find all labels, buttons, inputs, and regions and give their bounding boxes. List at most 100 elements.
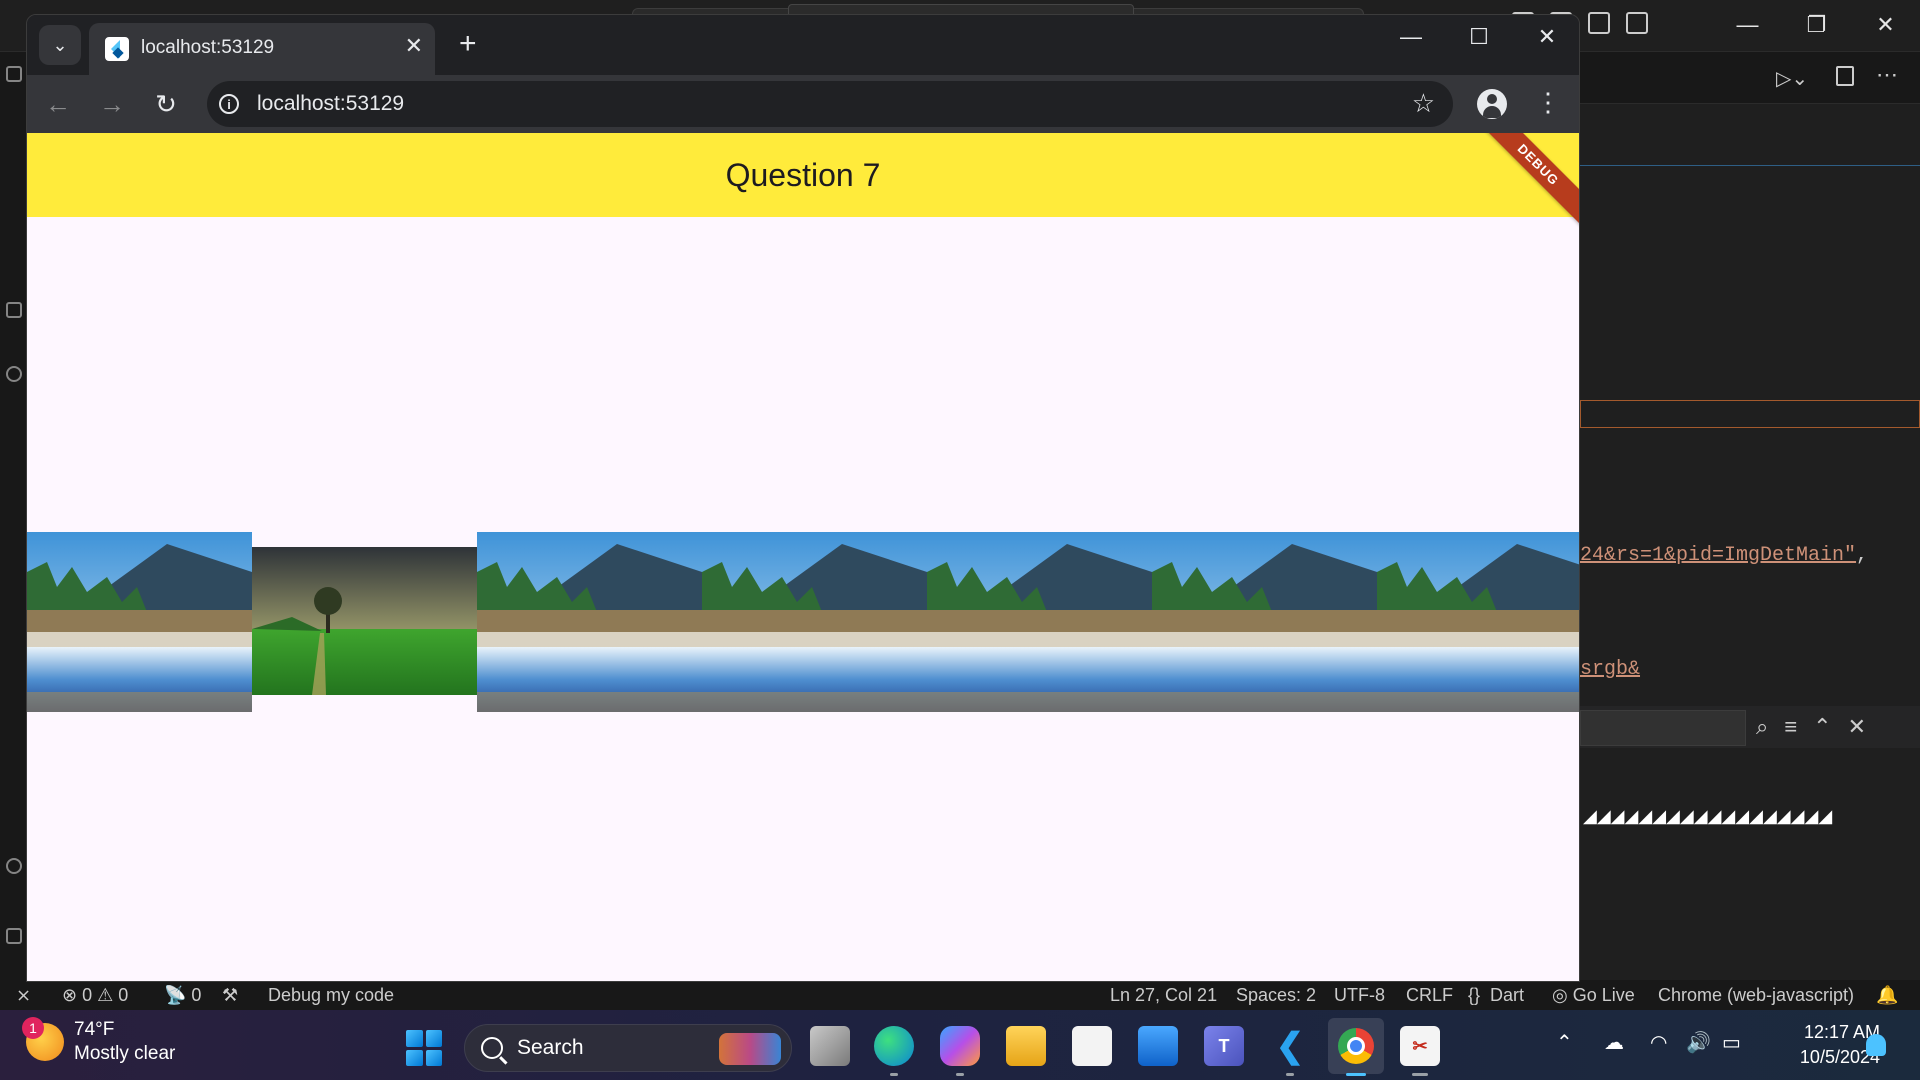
ports-indicator[interactable]: 📡 0	[164, 980, 201, 1010]
code-line-srgb: srgb&	[1580, 658, 1640, 681]
editor-selection-line	[1580, 165, 1920, 166]
copilot-running-indicator	[956, 1073, 964, 1076]
volume-icon[interactable]: 🔊	[1686, 1030, 1711, 1055]
code-punct: ,	[1856, 544, 1869, 567]
cursor-position[interactable]: Ln 27, Col 21	[1110, 980, 1217, 1010]
warning-count: 0	[118, 984, 129, 1005]
new-tab-plus-icon[interactable]: +	[459, 29, 477, 59]
vscode-restore-icon[interactable]: ❐	[1782, 0, 1851, 50]
waterfall-image[interactable]	[927, 532, 1152, 712]
find-input[interactable]	[1580, 710, 1746, 746]
url-text[interactable]: localhost:53129	[257, 92, 404, 116]
vscode-editor-tabbar: ▷⌄ ⋯	[1580, 52, 1920, 104]
tab-localhost[interactable]: localhost:53129 ✕	[89, 23, 435, 75]
chrome-maximize-icon[interactable]: ☐	[1445, 15, 1513, 59]
show-hidden-icons-chevron-icon[interactable]: ⌃	[1556, 1030, 1573, 1055]
reload-icon[interactable]: ↻	[149, 87, 183, 121]
waterfall-image[interactable]	[27, 532, 252, 712]
task-view-icon[interactable]	[810, 1026, 850, 1066]
notifications-bell-icon[interactable]: 🔔	[1876, 980, 1898, 1010]
edge-running-indicator	[890, 1073, 898, 1076]
encoding-setting[interactable]: UTF-8	[1334, 980, 1385, 1010]
wifi-icon[interactable]: ◠	[1650, 1030, 1667, 1055]
code-string: 24&rs=1&pid=ImgDetMain"	[1580, 544, 1857, 567]
teams-icon[interactable]: T	[1204, 1026, 1244, 1066]
notification-center-icon[interactable]	[1866, 1034, 1886, 1056]
onedrive-error-icon[interactable]: ☁	[1604, 1030, 1624, 1055]
remote-icon[interactable]: ⨯	[16, 980, 31, 1010]
settings-gear-icon[interactable]	[6, 928, 22, 944]
battery-icon[interactable]: ▭	[1722, 1030, 1741, 1055]
problems-indicator[interactable]: ⊗ 0 ⚠ 0	[62, 980, 128, 1010]
eol-setting[interactable]: CRLF	[1406, 980, 1453, 1010]
edge-icon[interactable]	[874, 1026, 914, 1066]
golive-label: Go Live	[1572, 984, 1635, 1005]
chrome-menu-kebab-icon[interactable]: ⋮	[1535, 87, 1561, 118]
chrome-minimize-icon[interactable]: ―	[1377, 15, 1445, 59]
debug-config-label[interactable]: Debug my code	[268, 980, 394, 1010]
copilot-icon[interactable]	[940, 1026, 980, 1066]
taskbar-search[interactable]: Search	[464, 1024, 792, 1072]
flutter-app: Question 7 DEBUG	[27, 133, 1579, 981]
search-highlight-art	[719, 1033, 781, 1065]
tab-search-chevron-icon[interactable]: ⌄	[39, 25, 81, 65]
customize-layout-icon[interactable]	[1626, 12, 1648, 34]
snipping-tool-icon[interactable]: ✂	[1400, 1026, 1440, 1066]
snipping-running-indicator	[1412, 1073, 1428, 1076]
code-line-url: 24&rs=1&pid=ImgDetMain",	[1580, 544, 1868, 567]
profile-avatar-icon[interactable]	[1477, 89, 1507, 119]
vscode-close-icon[interactable]: ✕	[1851, 0, 1920, 50]
clock-date: 10/5/2024	[1799, 1047, 1880, 1067]
taskbar-clock[interactable]: 12:17 AM 10/5/2024	[1764, 1020, 1880, 1070]
forward-arrow-icon[interactable]: →	[95, 87, 129, 121]
golive-button[interactable]: ◎ Go Live	[1552, 980, 1635, 1010]
tab-close-icon[interactable]: ✕	[405, 33, 423, 59]
vscode-taskbar-icon[interactable]: ❮	[1270, 1026, 1310, 1066]
microsoft-store-icon[interactable]	[1072, 1026, 1112, 1066]
indentation-setting[interactable]: Spaces: 2	[1236, 980, 1316, 1010]
language-label: Dart	[1490, 984, 1525, 1005]
toggle-secondary-sidebar-icon[interactable]	[1588, 12, 1610, 34]
chrome-taskbar-icon[interactable]	[1328, 1018, 1384, 1074]
clock-time: 12:17 AM	[1803, 1022, 1880, 1042]
waterfall-image[interactable]	[1377, 532, 1579, 712]
waterfall-image[interactable]	[1152, 532, 1377, 712]
weather-badge: 1	[22, 1017, 44, 1039]
explorer-icon[interactable]	[6, 66, 22, 82]
weather-description: Mostly clear	[74, 1043, 176, 1064]
vscode-editor[interactable]: 24&rs=1&pid=ImgDetMain", srgb&	[1580, 104, 1920, 980]
waterfall-image[interactable]	[702, 532, 927, 712]
waterfall-image[interactable]	[477, 532, 702, 712]
find-controls: ⌕ ≡ ⌃ ✕	[1756, 714, 1866, 740]
address-bar[interactable]: i localhost:53129 ☆	[207, 81, 1453, 127]
weather-widget[interactable]: 1 74°F Mostly clear	[22, 1017, 176, 1066]
debug-launch-icon[interactable]: ⚒	[222, 980, 238, 1010]
vscode-minimize-icon[interactable]: ―	[1713, 0, 1782, 50]
find-in-selection-icon[interactable]: ≡	[1784, 714, 1797, 740]
chrome-window: ⌄ localhost:53129 ✕ + ― ☐ ✕ ← → ↻ i loca…	[26, 14, 1580, 982]
account-icon[interactable]	[6, 858, 22, 874]
weather-temperature: 74°F	[74, 1019, 115, 1040]
run-icon[interactable]: ▷⌄	[1776, 66, 1808, 91]
chrome-close-icon[interactable]: ✕	[1513, 15, 1579, 59]
split-editor-icon[interactable]	[1836, 66, 1854, 86]
windows-start-icon[interactable]	[406, 1030, 442, 1066]
chrome-toolbar: ← → ↻ i localhost:53129 ☆ ⋮	[27, 75, 1579, 133]
tab-title: localhost:53129	[141, 37, 275, 58]
find-search-icon[interactable]: ⌕	[1756, 714, 1768, 740]
file-explorer-icon[interactable]	[1006, 1026, 1046, 1066]
flutter-device[interactable]: Chrome (web-javascript)	[1658, 980, 1854, 1010]
ports-count: 0	[191, 984, 202, 1005]
bookmark-star-icon[interactable]: ☆	[1412, 88, 1435, 119]
find-close-icon[interactable]: ✕	[1848, 714, 1866, 740]
debug-icon[interactable]	[6, 366, 22, 382]
site-info-icon[interactable]: i	[219, 94, 239, 114]
back-arrow-icon[interactable]: ←	[41, 87, 75, 121]
mail-icon[interactable]	[1138, 1026, 1178, 1066]
more-actions-icon[interactable]: ⋯	[1876, 62, 1898, 88]
app-bar: Question 7	[27, 133, 1579, 217]
language-mode[interactable]: {} Dart	[1468, 980, 1524, 1010]
find-previous-icon[interactable]: ⌃	[1813, 714, 1831, 740]
meadow-image[interactable]	[252, 547, 477, 695]
extensions-icon[interactable]	[6, 302, 22, 318]
